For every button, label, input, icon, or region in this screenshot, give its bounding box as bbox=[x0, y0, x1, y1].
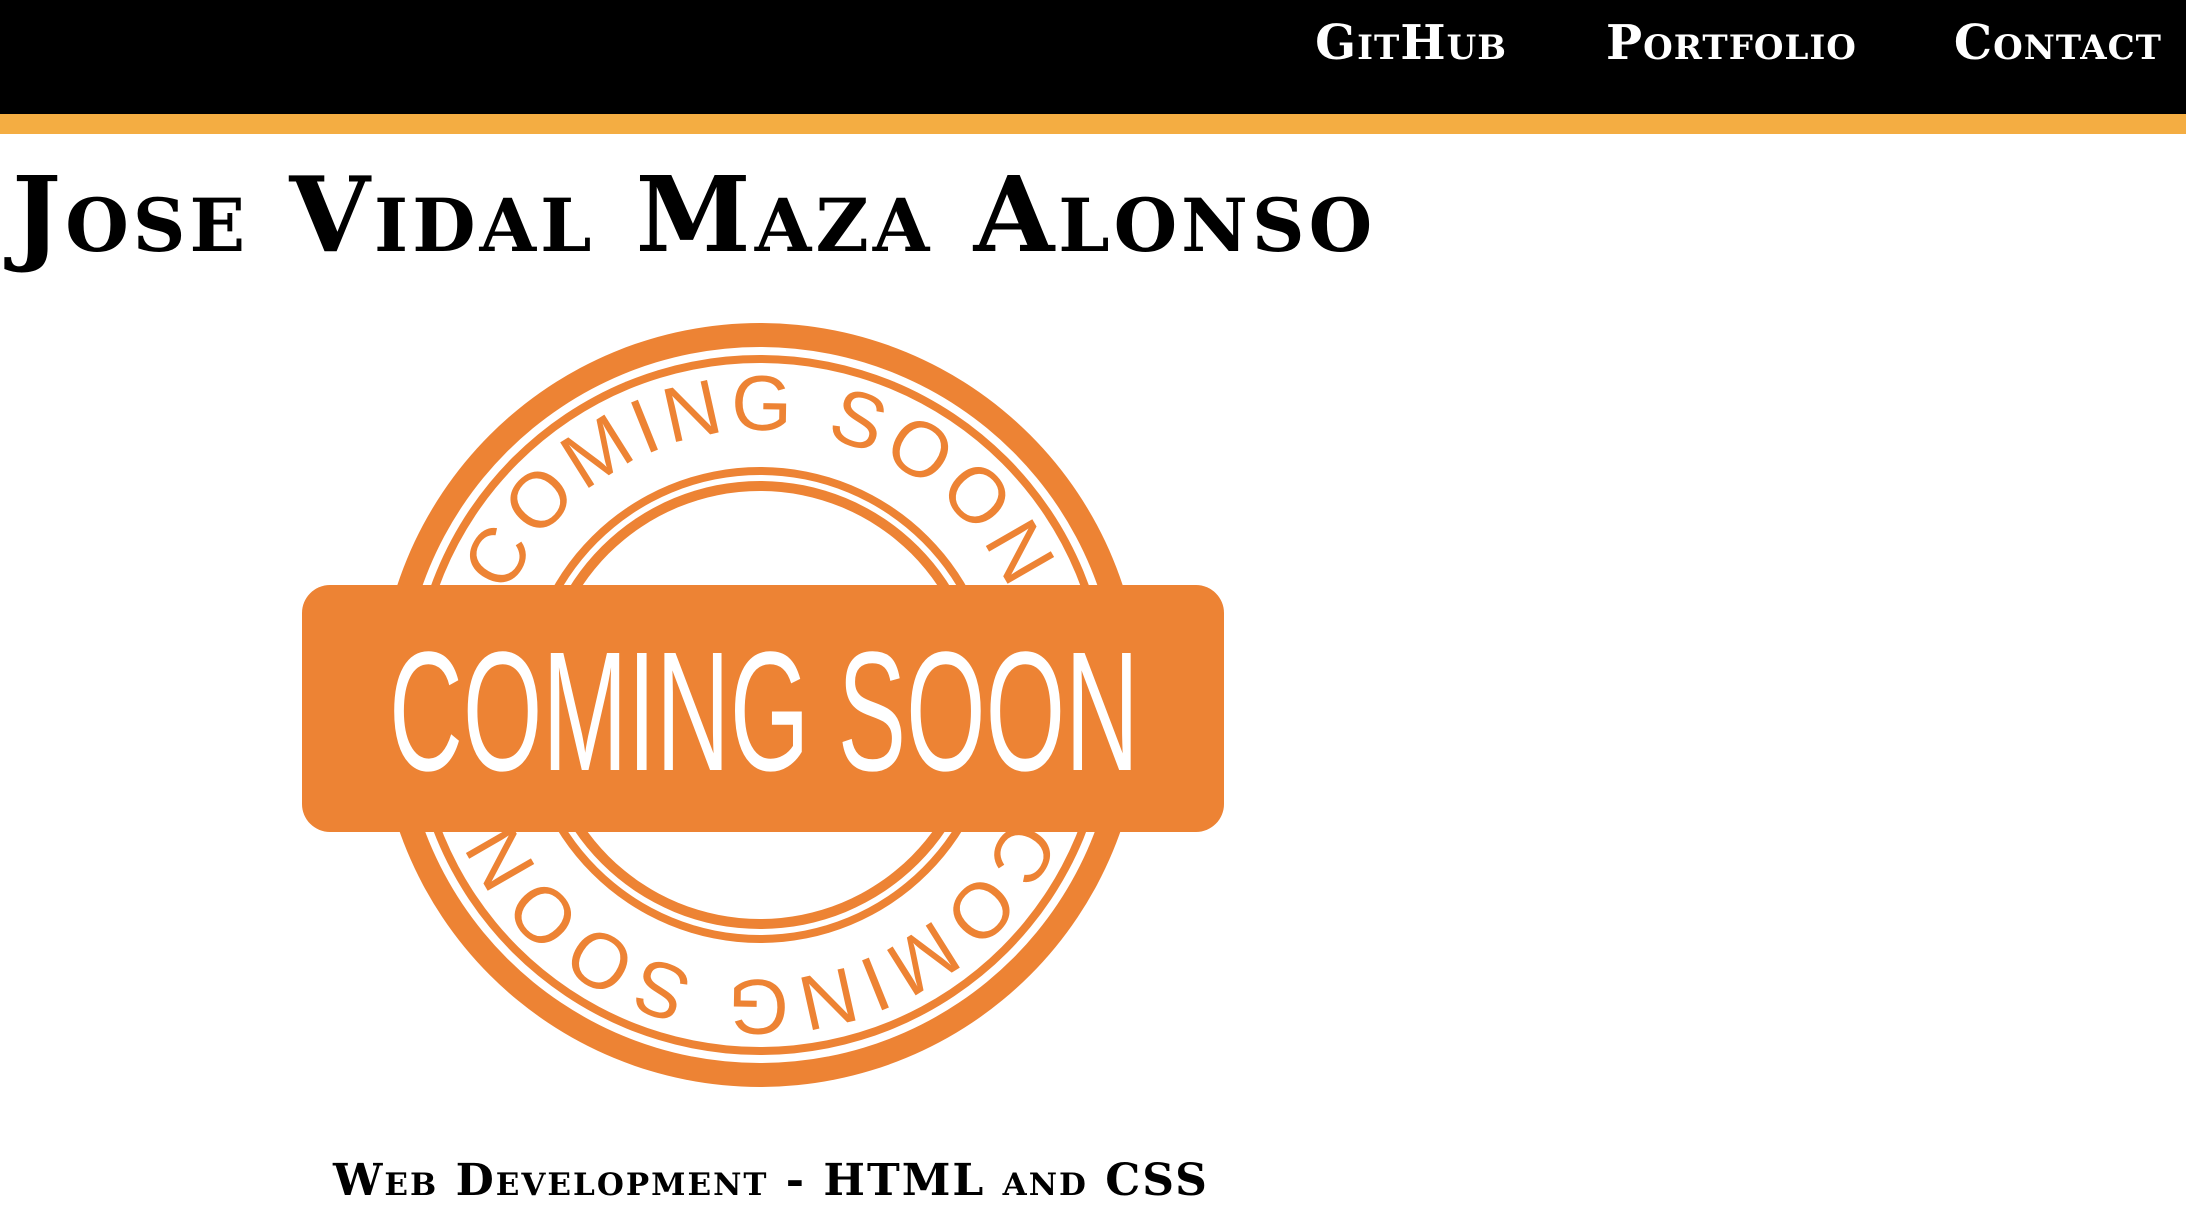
project-caption[interactable]: Web Development - HTML and CSS bbox=[333, 1155, 1209, 1206]
nav-link-portfolio[interactable]: Portfolio bbox=[1606, 19, 1857, 67]
badge-banner-text: COMING SOON bbox=[389, 617, 1139, 807]
main-nav: GitHub Portfolio Contact bbox=[1315, 0, 2186, 86]
coming-soon-badge-graphic: COMING SOON COMING SOON COMING SOON bbox=[302, 323, 1224, 1087]
coming-soon-badge[interactable]: COMING SOON COMING SOON COMING SOON bbox=[300, 305, 1230, 1110]
top-navbar: GitHub Portfolio Contact bbox=[0, 0, 2186, 114]
nav-link-github[interactable]: GitHub bbox=[1315, 19, 1507, 67]
accent-bar bbox=[0, 114, 2186, 134]
nav-link-contact[interactable]: Contact bbox=[1954, 19, 2162, 67]
page-title: Jose Vidal Maza Alonso bbox=[12, 153, 1377, 276]
